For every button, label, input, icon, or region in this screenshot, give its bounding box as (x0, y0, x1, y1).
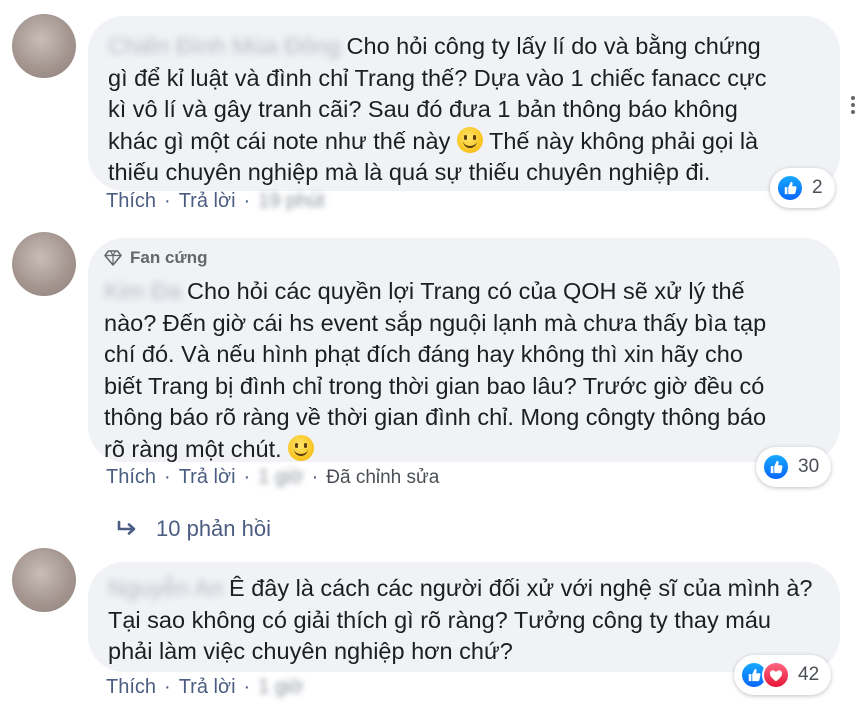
smile-emoji-icon (456, 126, 483, 153)
comment-text: Chiến Đình Mùa Đông Cho hỏi công ty lấy l… (108, 33, 767, 185)
separator-dot: · (243, 190, 251, 212)
comment-text: Kim Đa Cho hỏi các quyền lợi Trang có của… (104, 278, 767, 462)
reaction-summary[interactable]: 42 (734, 655, 832, 695)
separator-dot: · (164, 190, 171, 212)
comment-text: Nguyễn An Ê đây là cách các người đối xử … (108, 575, 813, 664)
view-replies-link[interactable]: 10 phản hồi (116, 516, 271, 542)
comment-author[interactable]: Chiến Đình Mùa Đông (108, 33, 341, 59)
separator-dot: · (311, 466, 319, 488)
separator-dot: · (243, 676, 251, 698)
fan-badge: Fan cứng (104, 248, 820, 268)
diamond-icon (104, 250, 122, 266)
like-reaction-icon (762, 453, 790, 481)
avatar[interactable] (12, 232, 76, 296)
avatar[interactable] (12, 14, 76, 78)
badge-label: Fan cứng (130, 248, 208, 267)
edited-label[interactable]: Đã chỉnh sửa (326, 467, 439, 489)
more-options-icon[interactable] (851, 96, 856, 117)
comment-author[interactable]: Kim Đa (104, 278, 181, 304)
avatar[interactable] (12, 548, 76, 612)
comment-actions: Thích · Trả lời · 19 phút (106, 190, 325, 213)
reaction-summary[interactable]: 30 (756, 447, 832, 487)
replies-count-label[interactable]: 10 phản hồi (156, 516, 271, 542)
reply-link[interactable]: Trả lời (179, 190, 236, 213)
love-reaction-icon (762, 661, 790, 689)
separator-dot: · (243, 466, 251, 488)
comment-actions: Thích · Trả lời · 1 giờ (106, 676, 304, 699)
like-reaction-icon (776, 174, 804, 202)
comment-bubble: Fan cứng Kim Đa Cho hỏi các quyền lợi Tra… (88, 238, 840, 462)
separator-dot: · (164, 676, 171, 698)
smile-emoji-icon (288, 434, 315, 461)
timestamp[interactable]: 19 phút (258, 190, 325, 213)
reaction-count: 30 (798, 456, 820, 477)
like-link[interactable]: Thích (106, 676, 156, 699)
comment-actions: Thích · Trả lời · 1 giờ · Đã chỉnh sửa (106, 466, 439, 489)
comment-bubble: Nguyễn An Ê đây là cách các người đối xử … (88, 562, 840, 672)
reply-link[interactable]: Trả lời (179, 466, 236, 489)
comment-bubble: Chiến Đình Mùa Đông Cho hỏi công ty lấy l… (88, 16, 840, 191)
reaction-summary[interactable]: 2 (770, 168, 835, 208)
reply-arrow-icon (117, 520, 136, 535)
timestamp[interactable]: 1 giờ (258, 466, 303, 489)
like-link[interactable]: Thích (106, 190, 156, 213)
separator-dot: · (164, 466, 171, 488)
comment-author[interactable]: Nguyễn An (108, 575, 223, 601)
timestamp[interactable]: 1 giờ (258, 676, 303, 699)
reply-link[interactable]: Trả lời (179, 676, 236, 699)
like-link[interactable]: Thích (106, 466, 156, 489)
reaction-count: 42 (798, 664, 820, 685)
reaction-count: 2 (812, 177, 823, 198)
